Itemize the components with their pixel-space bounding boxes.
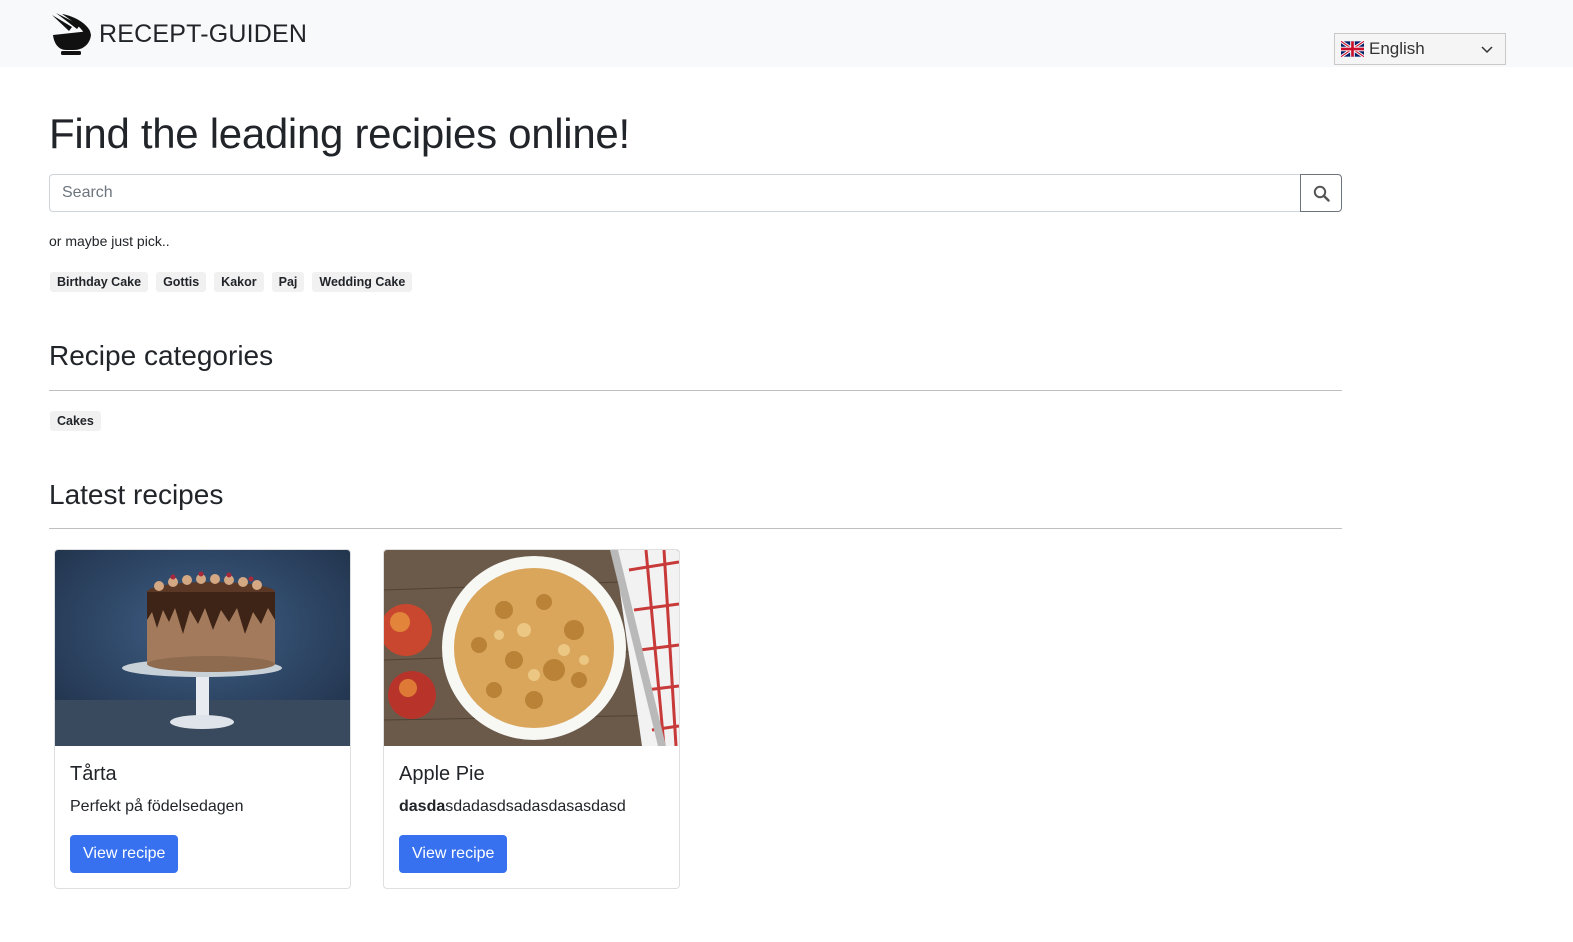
chevron-down-icon	[1481, 46, 1493, 54]
recipe-description-rest: sdadasdsadasdasasdasd	[445, 798, 626, 815]
brand-name: RECEPT-GUIDEN	[99, 19, 308, 48]
cake-photo	[55, 550, 350, 746]
language-label: English	[1369, 39, 1425, 58]
recipe-card: Tårta Perfekt på födelsedagen View recip…	[54, 549, 351, 889]
search-input[interactable]	[49, 174, 1300, 212]
category-tags: Cakes	[50, 411, 101, 431]
divider	[49, 390, 1342, 391]
search-icon	[1313, 185, 1330, 202]
quick-pick-tags: Birthday Cake Gottis Kakor Paj Wedding C…	[50, 272, 413, 292]
latest-recipes-heading: Latest recipes	[49, 479, 224, 510]
categories-heading: Recipe categories	[49, 340, 274, 371]
apple-pie-photo	[384, 550, 679, 746]
navbar: RECEPT-GUIDEN English	[0, 0, 1573, 67]
uk-flag-icon	[1341, 41, 1364, 57]
tag-gottis[interactable]: Gottis	[156, 272, 207, 292]
page-title: Find the leading recipies online!	[49, 110, 630, 157]
tag-kakor[interactable]: Kakor	[214, 272, 264, 292]
divider	[49, 528, 1342, 529]
mortar-pestle-logo-icon	[52, 13, 91, 55]
brand-link[interactable]: RECEPT-GUIDEN	[50, 12, 307, 56]
recipe-title: Apple Pie	[399, 763, 485, 785]
recipe-description-bold: dasda	[399, 798, 446, 815]
recipe-description: Perfekt på födelsedagen	[70, 798, 244, 815]
language-select[interactable]: English	[1334, 33, 1506, 65]
recipe-title: Tårta	[70, 763, 117, 785]
tag-wedding-cake[interactable]: Wedding Cake	[312, 272, 413, 292]
view-recipe-button[interactable]: View recipe	[399, 835, 508, 873]
recipe-description: dasdasdadasdsadasdasasdasd	[399, 798, 626, 816]
search-group	[49, 174, 1342, 212]
recipe-card: Apple Pie dasdasdadasdsadasdasasdasd Vie…	[383, 549, 680, 889]
view-recipe-button[interactable]: View recipe	[70, 835, 179, 873]
quick-pick-intro: or maybe just pick..	[49, 233, 170, 249]
search-button[interactable]	[1300, 174, 1342, 212]
tag-paj[interactable]: Paj	[271, 272, 305, 292]
tag-birthday-cake[interactable]: Birthday Cake	[50, 272, 149, 292]
category-cakes[interactable]: Cakes	[50, 411, 101, 431]
